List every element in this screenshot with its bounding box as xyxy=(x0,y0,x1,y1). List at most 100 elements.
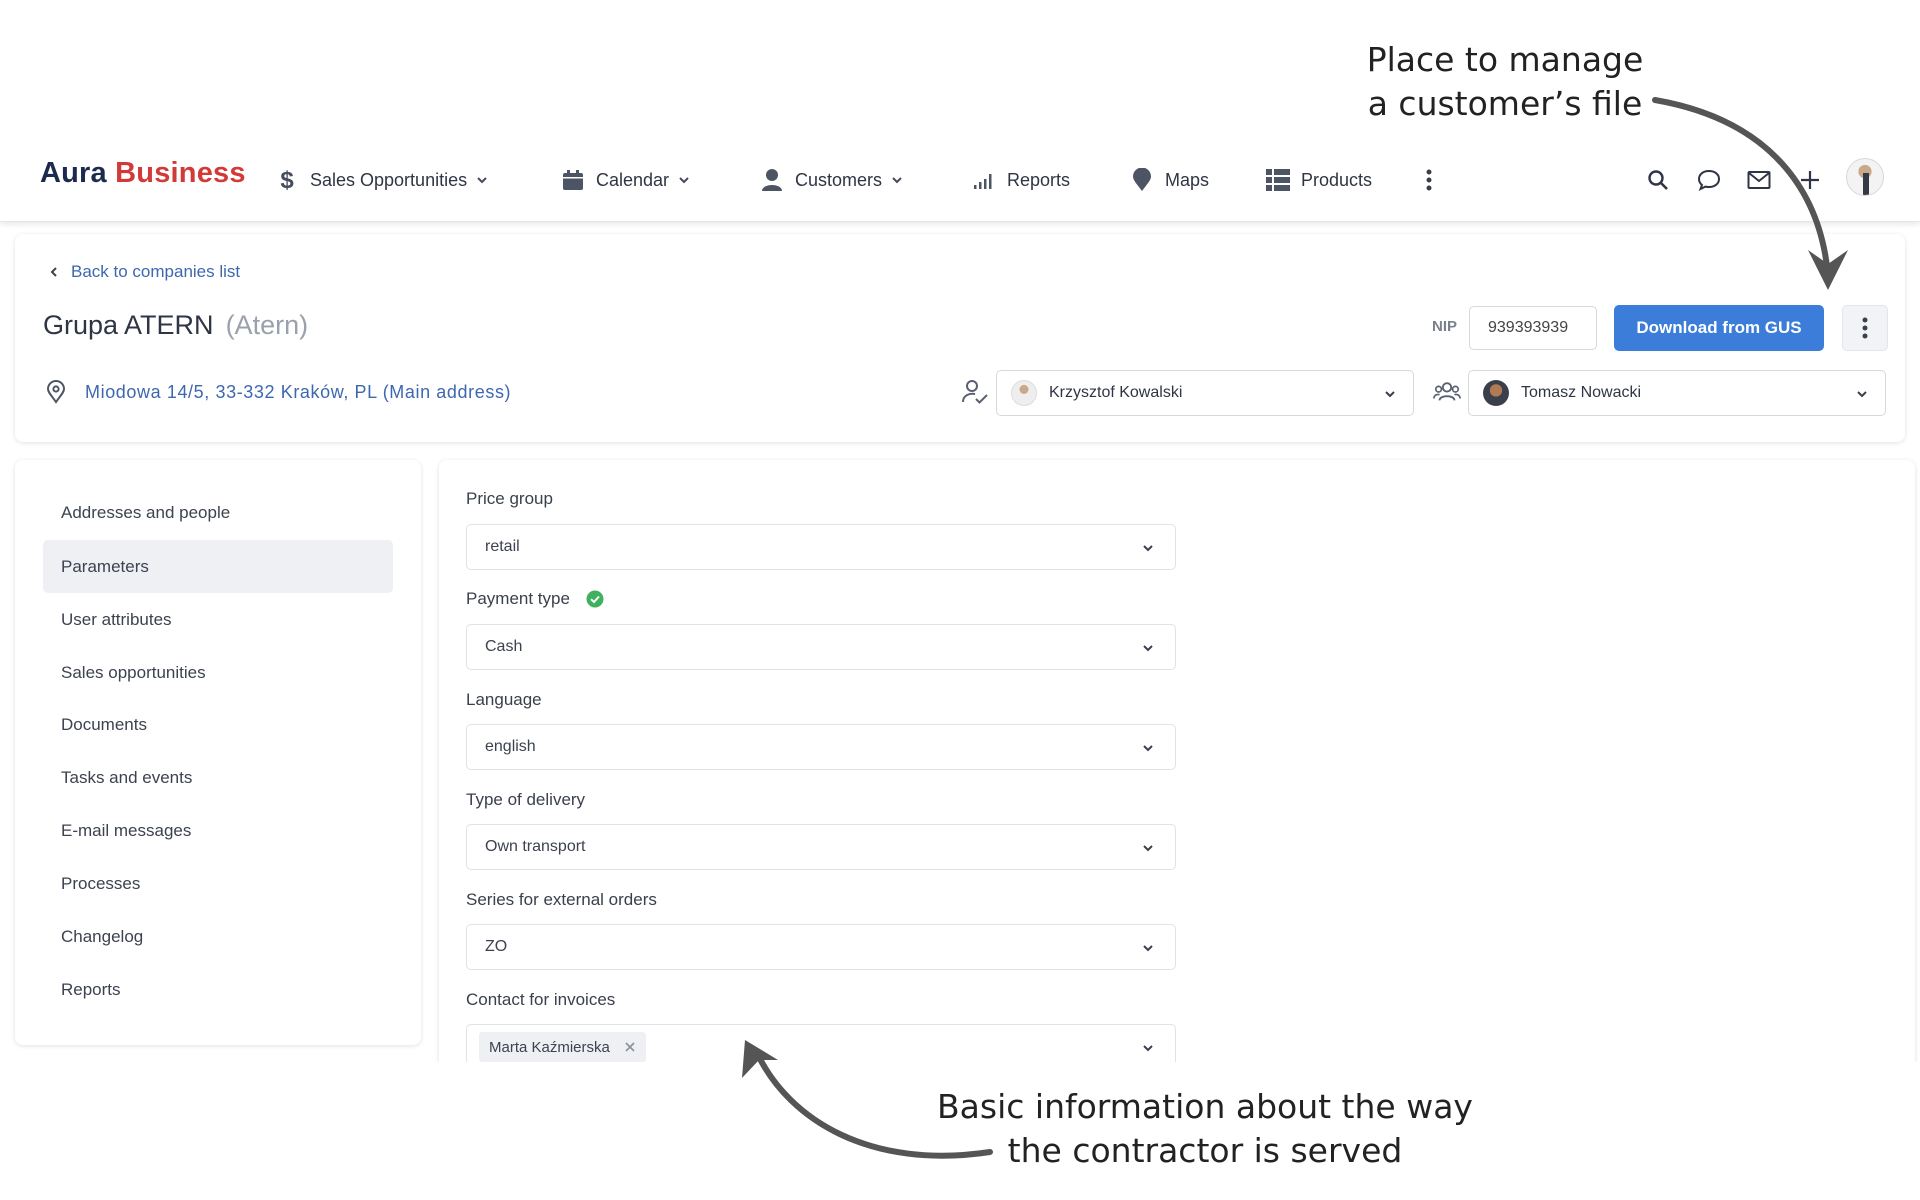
chevron-down-icon xyxy=(1143,1045,1153,1052)
svg-text:$: $ xyxy=(280,167,294,193)
search-button[interactable] xyxy=(1640,162,1676,198)
sidebar-item-processes[interactable]: Processes xyxy=(43,857,393,910)
logo-part2: Business xyxy=(115,157,246,189)
chevron-left-icon xyxy=(50,267,57,277)
main-address-link[interactable]: Miodowa 14/5, 33-332 Kraków, PL (Main ad… xyxy=(45,380,511,404)
language-select[interactable]: english xyxy=(466,724,1176,770)
company-actions-button[interactable] xyxy=(1842,305,1888,351)
chevron-down-icon xyxy=(679,177,689,184)
owner-user-check-icon xyxy=(962,380,988,404)
field-label-text: Price group xyxy=(466,489,553,508)
chevron-down-icon xyxy=(1143,745,1153,752)
nav-label: Calendar xyxy=(596,169,670,190)
user-avatar[interactable] xyxy=(1846,158,1884,196)
sidebar-item-email-messages[interactable]: E-mail messages xyxy=(43,804,393,857)
chevron-down-icon xyxy=(1143,845,1153,852)
dollar-icon: $ xyxy=(274,167,300,193)
sidebar-item-label: Sales opportunities xyxy=(61,662,206,682)
field-label-text: Series for external orders xyxy=(466,890,657,909)
search-icon xyxy=(1648,170,1668,190)
nav-reports[interactable]: Reports xyxy=(971,162,1070,198)
sidebar-item-parameters[interactable]: Parameters xyxy=(43,540,393,593)
team-member-select[interactable]: Tomasz Nowacki xyxy=(1468,370,1886,416)
download-from-gus-button[interactable]: Download from GUS xyxy=(1614,305,1824,351)
calendar-icon xyxy=(560,167,586,193)
plus-icon xyxy=(1801,171,1819,189)
nav-label: Products xyxy=(1301,169,1373,190)
chevron-down-icon xyxy=(477,177,487,184)
owner-avatar xyxy=(1011,380,1037,406)
location-pin-icon xyxy=(46,380,66,404)
page-title: Grupa ATERN (Atern) xyxy=(43,310,308,341)
annotation-bottom: Basic information about the way the cont… xyxy=(930,1085,1480,1173)
payment-type-select[interactable]: Cash xyxy=(466,624,1176,670)
add-button[interactable] xyxy=(1792,162,1828,198)
parameters-form: Price group retail Payment type Cash Lan… xyxy=(439,460,1915,1070)
chat-button[interactable] xyxy=(1691,162,1727,198)
price-group-label: Price group xyxy=(466,489,553,509)
contact-for-invoices-label: Contact for invoices xyxy=(466,990,615,1010)
sidebar-item-label: Parameters xyxy=(61,556,149,576)
grid-list-icon xyxy=(1265,167,1291,193)
app-logo[interactable]: Aura Business xyxy=(40,157,246,190)
nav-products[interactable]: Products xyxy=(1265,162,1372,198)
annotation-top-line2: a customer’s file xyxy=(1367,84,1643,123)
more-menu-button[interactable] xyxy=(1411,162,1447,198)
sidebar-item-label: Processes xyxy=(61,873,141,893)
sidebar-item-label: Changelog xyxy=(61,926,144,946)
sidebar-item-sales-opportunities[interactable]: Sales opportunities xyxy=(43,646,393,699)
series-external-orders-select[interactable]: ZO xyxy=(466,924,1176,970)
remove-tag-icon[interactable] xyxy=(624,1041,636,1053)
select-value: Cash xyxy=(485,638,523,655)
nav-maps[interactable]: Maps xyxy=(1129,162,1209,198)
nav-calendar[interactable]: Calendar xyxy=(560,162,691,198)
nav-label: Maps xyxy=(1165,169,1210,190)
company-name: Grupa ATERN xyxy=(43,310,214,340)
nav-label: Reports xyxy=(1007,169,1071,190)
type-of-delivery-label: Type of delivery xyxy=(466,790,585,810)
annotation-bottom-line2: the contractor is served xyxy=(1007,1131,1403,1170)
annotation-top: Place to manage a customer’s file xyxy=(1330,38,1680,126)
chevron-down-icon xyxy=(1143,945,1153,952)
chevron-down-icon xyxy=(1143,645,1153,652)
type-of-delivery-select[interactable]: Own transport xyxy=(466,824,1176,870)
owner-select[interactable]: Krzysztof Kowalski xyxy=(996,370,1414,416)
select-value: english xyxy=(485,738,536,755)
nav-sales-opportunities[interactable]: $ Sales Opportunities xyxy=(274,162,489,198)
owner-name: Krzysztof Kowalski xyxy=(1049,384,1183,401)
chevron-down-icon xyxy=(1143,545,1153,552)
company-short-name: (Atern) xyxy=(225,310,309,340)
series-external-orders-label: Series for external orders xyxy=(466,890,657,910)
select-value: ZO xyxy=(485,938,508,955)
kebab-icon xyxy=(1426,169,1432,191)
sidebar-item-documents[interactable]: Documents xyxy=(43,698,393,751)
chat-icon xyxy=(1697,169,1721,191)
team-users-icon xyxy=(1433,382,1461,401)
price-group-select[interactable]: retail xyxy=(466,524,1176,570)
map-pin-icon xyxy=(1129,167,1155,193)
sidebar-item-user-attributes[interactable]: User attributes xyxy=(43,593,393,646)
mail-button[interactable] xyxy=(1741,162,1777,198)
sidebar-item-tasks-and-events[interactable]: Tasks and events xyxy=(43,751,393,804)
sidebar-item-addresses-and-people[interactable]: Addresses and people xyxy=(43,486,393,539)
chevron-down-icon xyxy=(1385,391,1395,398)
field-label-text: Language xyxy=(466,690,542,709)
sidebar-item-reports[interactable]: Reports xyxy=(43,963,393,1016)
customer-sections-sidebar: Addresses and people Parameters User att… xyxy=(15,460,421,1045)
address-text: Miodowa 14/5, 33-332 Kraków, PL (Main ad… xyxy=(85,381,512,402)
chevron-down-icon xyxy=(1857,391,1867,398)
person-icon xyxy=(759,167,785,193)
back-to-companies-link[interactable]: Back to companies list xyxy=(47,262,240,282)
select-value: retail xyxy=(485,538,520,555)
nip-input[interactable] xyxy=(1469,306,1597,350)
nav-customers[interactable]: Customers xyxy=(759,162,904,198)
sidebar-item-changelog[interactable]: Changelog xyxy=(43,910,393,963)
mail-icon xyxy=(1747,171,1771,189)
back-link-label: Back to companies list xyxy=(71,262,241,281)
sidebar-item-label: Addresses and people xyxy=(61,502,231,522)
sidebar-item-label: Documents xyxy=(61,714,147,734)
top-navbar: Aura Business $ Sales Opportunities Cale… xyxy=(0,142,1920,222)
payment-type-label: Payment type xyxy=(466,589,604,609)
selected-contact-tag: Marta Kaźmierska xyxy=(479,1032,646,1062)
annotation-top-line1: Place to manage xyxy=(1366,40,1644,79)
